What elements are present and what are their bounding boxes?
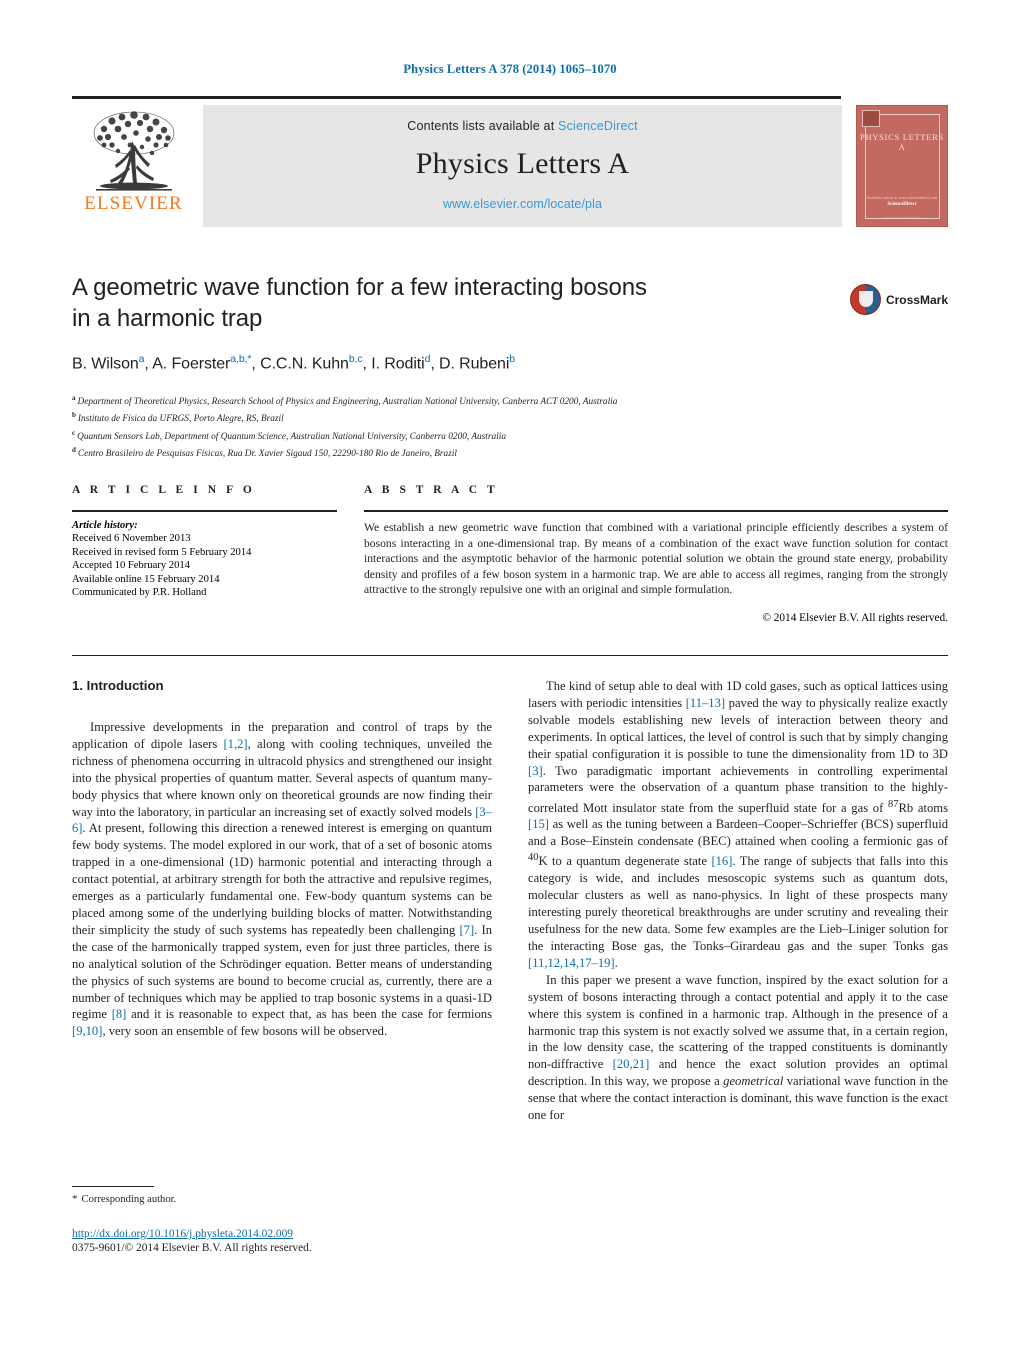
affiliation-item: b Instituto de Física da UFRGS, Porto Ale… xyxy=(72,409,948,426)
article-history-item: Accepted 10 February 2014 xyxy=(72,560,190,572)
author-name[interactable]: D. Rubeni xyxy=(439,355,509,372)
paragraph-text: In this paper we present a wave function… xyxy=(528,972,948,1123)
article-history-item: Available online 15 February 2014 xyxy=(72,573,220,585)
affiliation-list: a Department of Theoretical Physics, Rese… xyxy=(72,392,948,461)
citation-reference[interactable]: [8] xyxy=(112,1007,127,1021)
abstract-text: We establish a new geometric wave functi… xyxy=(364,521,948,597)
citation-reference[interactable]: [15] xyxy=(528,817,549,831)
doi-block: http://dx.doi.org/10.1016/j.physleta.201… xyxy=(72,1228,532,1254)
elsevier-logo: ELSEVIER xyxy=(72,105,195,227)
author-name[interactable]: I. Roditi xyxy=(371,355,424,372)
sciencedirect-link[interactable]: ScienceDirect xyxy=(558,119,638,133)
body-column-left: 1. Introduction Impressive developments … xyxy=(72,678,492,1124)
journal-masthead: ELSEVIER Contents lists available at Sci… xyxy=(72,96,948,227)
affiliation-text: Centro Brasileiro de Pesquisas Físicas, … xyxy=(77,448,457,459)
affiliation-text: Instituto de Física da UFRGS, Porto Aleg… xyxy=(77,414,284,425)
contents-prefix: Contents lists available at xyxy=(407,119,559,133)
body-top-rule xyxy=(72,655,948,656)
cover-badge-icon xyxy=(862,110,880,127)
journal-homepage-link[interactable]: www.elsevier.com/locate/pla xyxy=(443,197,602,211)
masthead-body: ELSEVIER Contents lists available at Sci… xyxy=(72,105,948,227)
affiliation-item: a Department of Theoretical Physics, Rese… xyxy=(72,392,948,409)
article-info-heading: A R T I C L E I N F O xyxy=(72,484,256,496)
info-abstract-row: A R T I C L E I N F O Article history: R… xyxy=(72,484,948,624)
author-affil-mark: d xyxy=(424,353,431,365)
body-column-right: The kind of setup able to deal with 1D c… xyxy=(528,678,948,1124)
section-title-introduction: 1. Introduction xyxy=(72,678,164,693)
title-line-1: A geometric wave function for a few inte… xyxy=(72,274,647,301)
corresponding-author-note: * Corresponding author. xyxy=(72,1193,492,1205)
body-columns: 1. Introduction Impressive developments … xyxy=(72,678,948,1124)
affiliation-mark: b xyxy=(72,411,76,420)
affiliation-item: c Quantum Sensors Lab, Department of Quan… xyxy=(72,427,948,444)
author-list: B. Wilsona, A. Foerstera,b,*, C.C.N. Kuh… xyxy=(72,353,516,373)
journal-title: Physics Letters A xyxy=(415,147,630,180)
page-title: A geometric wave function for a few inte… xyxy=(72,272,772,334)
journal-cover-thumbnail[interactable]: PHYSICS LETTERS A Available online at ww… xyxy=(856,105,948,227)
author-name[interactable]: A. Foerster xyxy=(152,355,230,372)
masthead-top-rule xyxy=(72,96,841,99)
crossmark-label: CrossMark xyxy=(885,292,948,307)
citation-reference[interactable]: [3] xyxy=(528,764,543,778)
crossmark-icon xyxy=(849,284,881,315)
cover-foot-line1: Available online at www.sciencedirect.co… xyxy=(866,196,938,200)
affiliation-text: Quantum Sensors Lab, Department of Quant… xyxy=(77,431,506,442)
title-line-2: in a harmonic trap xyxy=(72,305,263,332)
author-name[interactable]: B. Wilson xyxy=(72,355,139,372)
corresponding-author-star-icon: * xyxy=(72,1193,78,1205)
author-affil-mark: a xyxy=(138,353,145,365)
author-name[interactable]: C.C.N. Kuhn xyxy=(260,355,349,372)
crossmark-badge-group[interactable]: CrossMark xyxy=(849,284,948,315)
abstract-rule xyxy=(364,510,948,512)
citation-reference[interactable]: [3–6] xyxy=(72,805,492,836)
paper-page: Physics Letters A 378 (2014) 1065–1070 E… xyxy=(0,0,1020,1351)
issn-copyright-line: 0375-9601/© 2014 Elsevier B.V. All right… xyxy=(72,1242,312,1254)
contents-available-line: Contents lists available at ScienceDirec… xyxy=(407,119,638,133)
affiliation-mark: d xyxy=(72,445,76,454)
running-head: Physics Letters A 378 (2014) 1065–1070 xyxy=(403,62,617,76)
abstract-heading: A B S T R A C T xyxy=(364,484,499,496)
cover-foot-line3: www.elsevier.com/locate/pla xyxy=(882,216,922,220)
citation-reference[interactable]: [11,12,14,17–19] xyxy=(528,956,615,970)
citation-reference[interactable]: [7] xyxy=(459,923,474,937)
article-history-item: Communicated by P.R. Holland xyxy=(72,587,207,599)
footnote-rule xyxy=(72,1186,154,1187)
title-block: A geometric wave function for a few inte… xyxy=(72,272,948,373)
author-affil-mark: b,c xyxy=(348,353,363,365)
paragraph-text: Impressive developments in the preparati… xyxy=(72,720,492,1039)
article-history-item: Received in revised form 5 February 2014 xyxy=(72,546,252,558)
citation-reference[interactable]: [1,2] xyxy=(223,737,247,751)
affiliation-mark: c xyxy=(72,428,76,437)
footnote-area: * Corresponding author. xyxy=(72,1186,492,1205)
article-history-label: Article history: xyxy=(72,520,138,531)
article-info-column: A R T I C L E I N F O Article history: R… xyxy=(72,484,337,624)
citation-reference[interactable]: [20,21] xyxy=(613,1057,650,1071)
cover-foot-line2: ScienceDirect xyxy=(887,202,917,207)
author-affil-mark: a,b,* xyxy=(230,353,252,365)
author-affil-mark: b xyxy=(509,353,516,365)
citation-reference[interactable]: [9,10] xyxy=(72,1024,102,1038)
elsevier-wordmark: ELSEVIER xyxy=(84,193,183,214)
affiliation-mark: a xyxy=(72,394,76,402)
body-paragraph: The kind of setup able to deal with 1D c… xyxy=(528,678,948,972)
citation-reference[interactable]: [16] xyxy=(711,854,732,868)
cover-title: PHYSICS LETTERS A xyxy=(860,132,944,152)
doi-link[interactable]: http://dx.doi.org/10.1016/j.physleta.201… xyxy=(72,1228,532,1240)
body-paragraph: In this paper we present a wave function… xyxy=(528,972,948,1124)
elsevier-tree-icon xyxy=(93,111,174,191)
citation-reference[interactable]: [11–13] xyxy=(686,696,725,710)
corresponding-author-text: Corresponding author. xyxy=(81,1194,177,1205)
abstract-column: A B S T R A C T We establish a new geome… xyxy=(364,484,948,624)
affiliation-item: d Centro Brasileiro de Pesquisas Físicas,… xyxy=(72,444,948,461)
article-info-rule xyxy=(72,510,337,512)
article-history-item: Received 6 November 2013 xyxy=(72,533,191,544)
body-paragraph: Impressive developments in the preparati… xyxy=(72,719,492,1040)
journal-banner: Contents lists available at ScienceDirec… xyxy=(203,105,842,227)
abstract-copyright: © 2014 Elsevier B.V. All rights reserved… xyxy=(762,611,948,624)
affiliation-text: Department of Theoretical Physics, Resea… xyxy=(77,397,618,408)
paragraph-text: The kind of setup able to deal with 1D c… xyxy=(528,679,948,970)
